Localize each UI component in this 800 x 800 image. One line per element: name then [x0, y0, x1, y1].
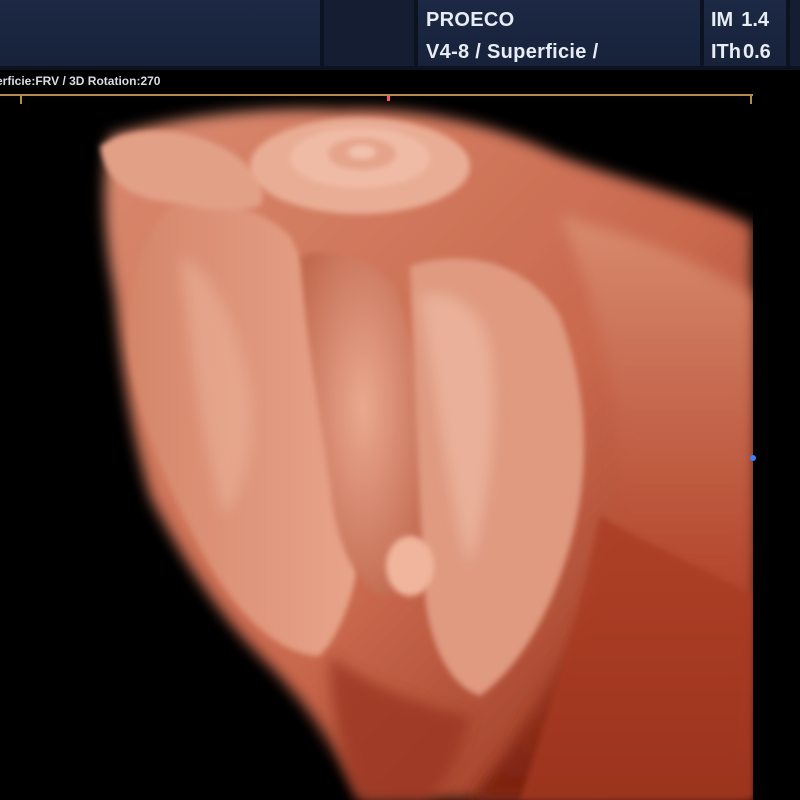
surface-render-graphic: [100, 109, 753, 800]
header-panel-left: [0, 0, 320, 66]
thermal-index-value: 0.6: [743, 41, 771, 63]
render-info-text: erficie:FRV / 3D Rotation:270: [0, 74, 161, 88]
status-line: erficie:FRV / 3D Rotation:270: [0, 70, 800, 94]
header-panel-mid: [324, 0, 414, 66]
thermal-index: ITh 0.6: [711, 41, 771, 64]
header-bar: PROECO V4-8 / Superficie / IM 1.4 ITh 0.…: [0, 0, 800, 70]
thermal-index-label: ITh: [711, 41, 741, 63]
mechanical-index-label: IM: [711, 9, 734, 31]
header-panel-edge: [790, 0, 800, 66]
probe-name: PROECO: [426, 9, 515, 31]
mechanical-index: IM 1.4: [711, 9, 769, 32]
mechanical-index-value: 1.4: [741, 9, 770, 31]
probe-mode: V4-8 / Superficie /: [426, 41, 599, 63]
ultrasound-3d-render: [0, 96, 753, 800]
depth-marker-dot: [750, 455, 756, 461]
